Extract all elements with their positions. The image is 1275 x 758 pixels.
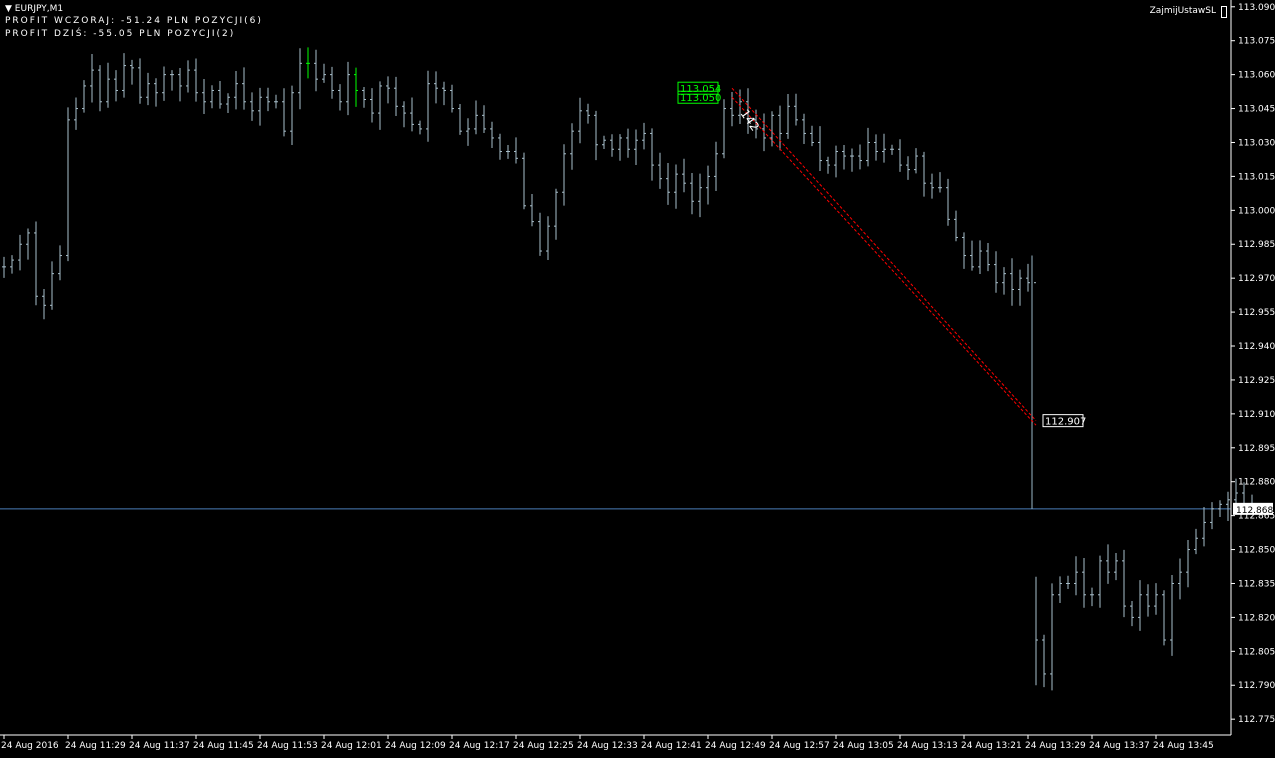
expert-advisor-status-icon[interactable] <box>1221 6 1227 18</box>
price-tick-label: 112.805 <box>1238 647 1275 657</box>
time-tick-label: 24 Aug 12:17 <box>449 741 510 751</box>
chart[interactable]: 113.054 113.050 112.907 142 113.090 113.075 1… <box>0 0 1275 754</box>
price-tick-label: 112.940 <box>1238 342 1275 352</box>
price-tick-label: 112.955 <box>1238 308 1275 318</box>
price-label[interactable]: 112.907 <box>1042 414 1086 428</box>
price-tick-label: 112.985 <box>1238 240 1275 250</box>
price-tick-label: 112.820 <box>1238 613 1275 623</box>
price-tick-label: 112.925 <box>1238 376 1275 386</box>
profit-yesterday: PROFIT WCZORAJ: -51.24 PLN POZYCJI(6) <box>5 16 263 26</box>
price-tick-label: 112.835 <box>1238 579 1275 589</box>
price-label-text: 113.050 <box>680 93 721 104</box>
time-tick-label: 24 Aug 12:57 <box>769 741 830 751</box>
price-tick-label: 113.045 <box>1238 105 1275 115</box>
time-tick-label: 24 Aug 11:29 <box>65 741 126 751</box>
time-tick-label: 24 Aug 2016 <box>1 741 59 751</box>
price-tick-label: 112.910 <box>1238 410 1275 420</box>
time-tick-label: 24 Aug 13:37 <box>1089 741 1150 751</box>
price-tick-label: 112.895 <box>1238 444 1275 454</box>
chart-background <box>0 0 1275 754</box>
price-tick-label: 113.090 <box>1238 3 1275 13</box>
price-tick-label: 113.075 <box>1238 37 1275 47</box>
time-tick-label: 24 Aug 12:09 <box>385 741 446 751</box>
chevron-down-icon[interactable]: ▼ <box>5 4 12 14</box>
price-label-text: 112.907 <box>1045 417 1086 428</box>
price-tick-label: 112.775 <box>1238 715 1275 725</box>
expert-advisor-name[interactable]: ZajmijUstawSL <box>1150 6 1216 16</box>
time-tick-label: 24 Aug 11:37 <box>129 741 190 751</box>
price-tick-label: 113.030 <box>1238 138 1275 148</box>
time-tick-label: 24 Aug 12:33 <box>577 741 638 751</box>
price-tick-label: 113.015 <box>1238 172 1275 182</box>
time-tick-label: 24 Aug 13:05 <box>833 741 894 751</box>
price-label[interactable]: 113.050 <box>677 90 721 104</box>
time-tick-label: 24 Aug 13:21 <box>961 741 1022 751</box>
chart-canvas[interactable]: 113.054113.050112.907142 113.090113.0751… <box>0 0 1275 754</box>
time-tick-label: 24 Aug 12:25 <box>513 741 574 751</box>
price-tick-label: 113.060 <box>1238 71 1275 81</box>
price-tick-label: 112.970 <box>1238 274 1275 284</box>
symbol-label: EURJPY,M1 <box>14 4 64 14</box>
profit-today: PROFIT DZIŚ: -55.05 PLN POZYCJI(2) <box>5 29 236 39</box>
time-tick-label: 24 Aug 12:49 <box>705 741 766 751</box>
price-tick-label: 113.000 <box>1238 206 1275 216</box>
current-price-marker: 112.868 <box>1233 502 1273 516</box>
current-price-label: 112.868 <box>1236 506 1273 516</box>
symbol-title[interactable]: ▼ EURJPY,M1 <box>5 4 63 14</box>
time-tick-label: 24 Aug 12:41 <box>641 741 702 751</box>
time-tick-label: 24 Aug 11:45 <box>193 741 254 751</box>
price-tick-label: 112.850 <box>1238 546 1275 556</box>
time-tick-label: 24 Aug 13:13 <box>897 741 958 751</box>
time-tick-label: 24 Aug 12:01 <box>321 741 382 751</box>
time-tick-label: 24 Aug 11:53 <box>257 741 318 751</box>
time-tick-label: 24 Aug 13:29 <box>1025 741 1086 751</box>
price-tick-label: 112.790 <box>1238 681 1275 691</box>
time-tick-label: 24 Aug 13:45 <box>1153 741 1214 751</box>
price-tick-label: 112.880 <box>1238 478 1275 488</box>
